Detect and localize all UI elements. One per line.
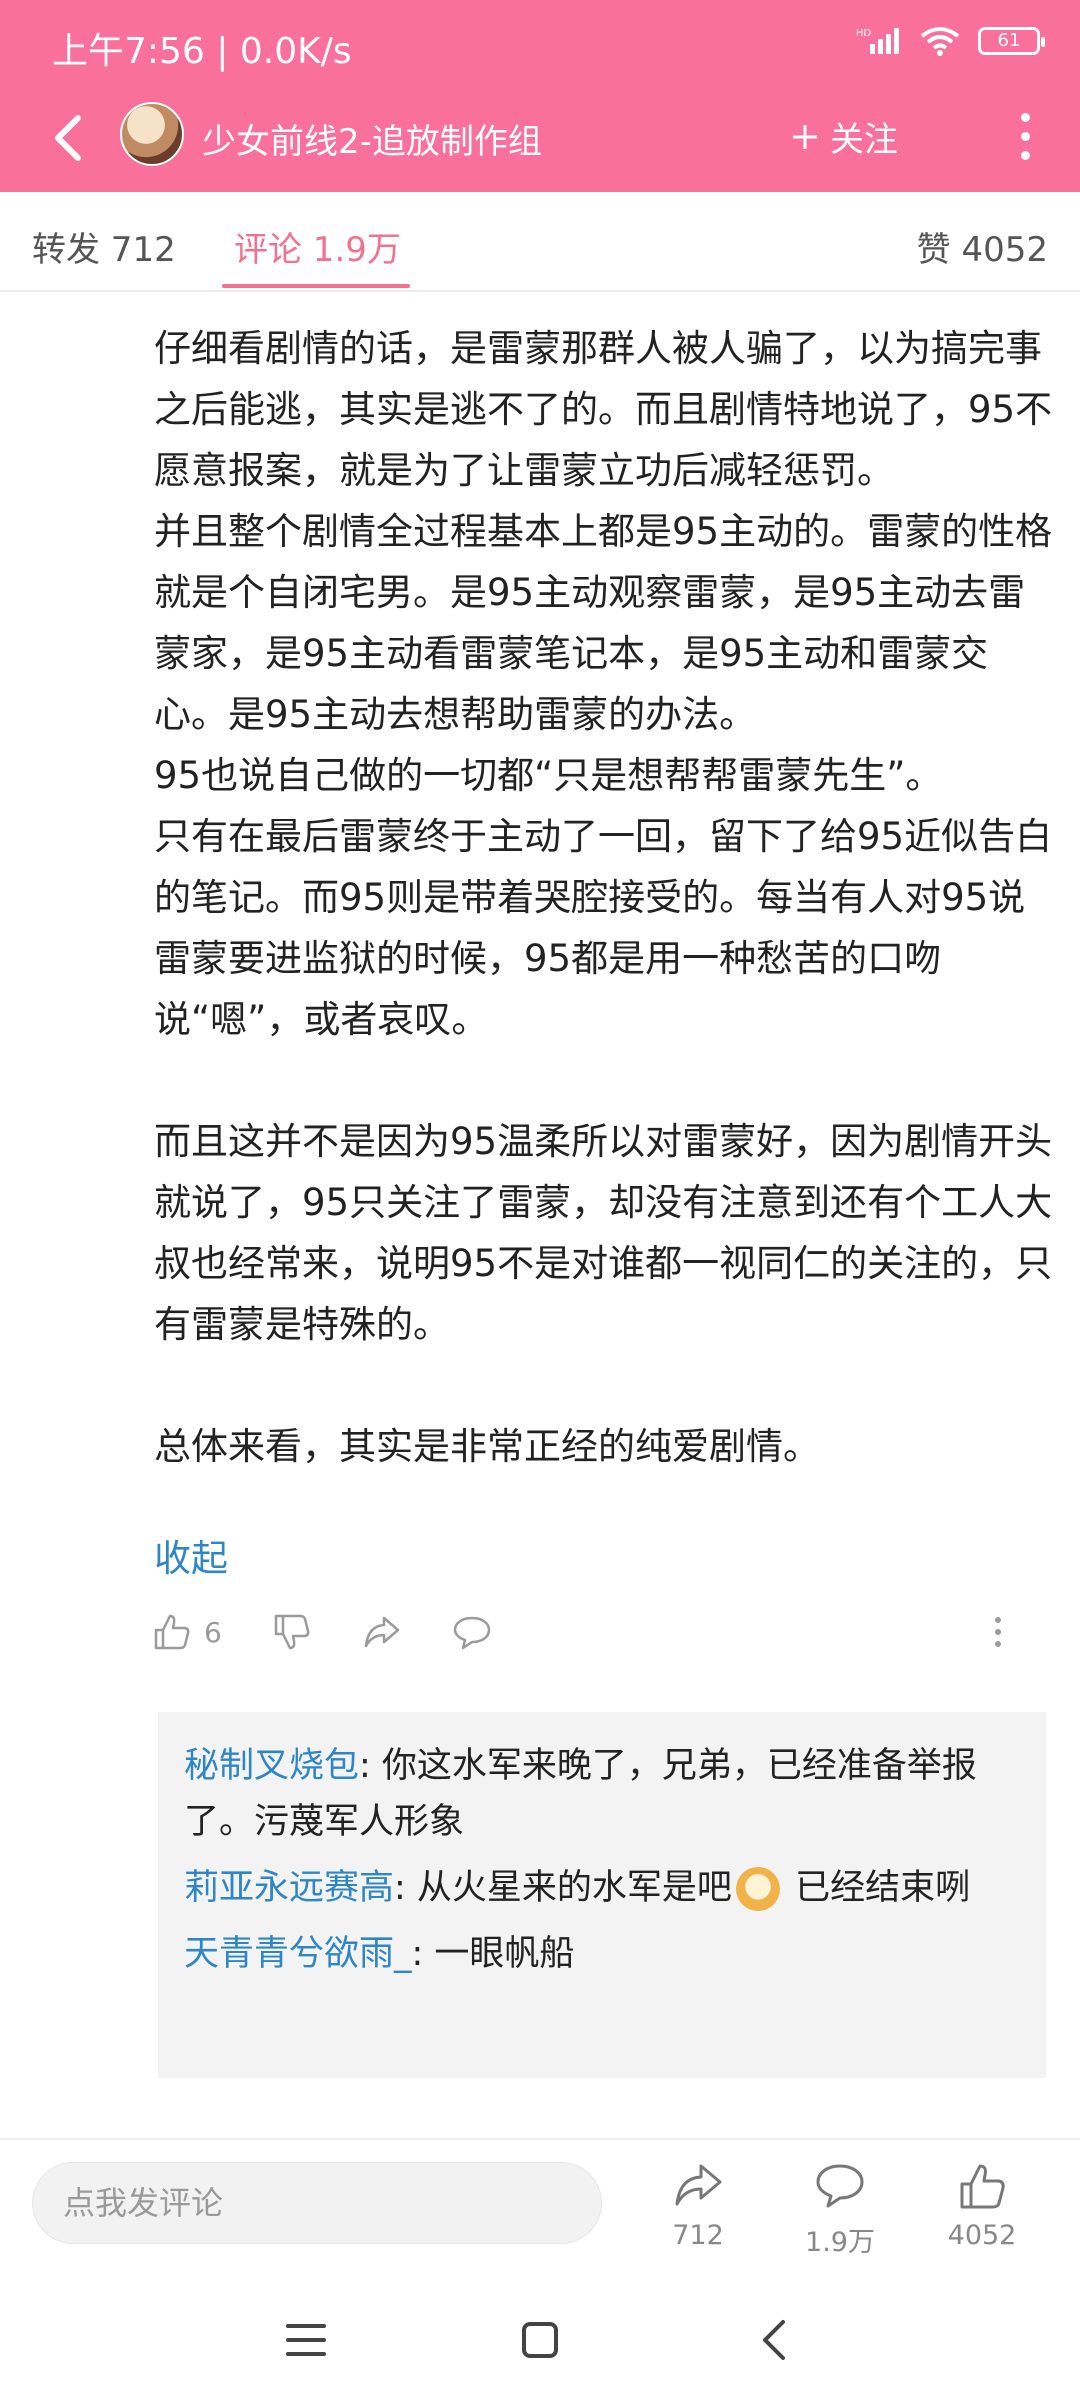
reply-text: : 从火星来的水军是吧 [394,1868,732,1908]
comment-paragraph: 仔细看剧情的话，是雷蒙那群人被人骗了，以为搞完事之后能逃，其实是逃不了的。而且剧… [154,327,1053,492]
comment-button[interactable]: 1.9万 [780,2158,900,2259]
reply-text: : 一眼帆船 [411,1934,575,1974]
active-tab-indicator [222,284,410,288]
dislike-button[interactable] [270,1610,314,1654]
reply-text-after: 已经结束咧 [783,1868,971,1908]
replies-box[interactable]: 秘制叉烧包: 你这水军来晚了，兄弟，已经准备举报了。污蔑军人形象 莉亚永远赛高:… [158,1712,1046,2078]
more-options-button[interactable] [1010,106,1040,166]
nav-menu-button[interactable] [274,2308,338,2372]
comment-bubble-icon [816,2164,864,2208]
comment-bubble-icon [453,1616,491,1650]
like-button[interactable]: 6 [150,1610,222,1654]
follow-label: 关注 [830,120,898,160]
app-header: 上午7:56 | 0.0K/s HD 61 少女前线2-追放制作组 关注 [0,0,1080,192]
reply-author[interactable]: 莉亚永远赛高 [184,1868,394,1908]
home-square-icon [522,2322,558,2358]
tab-bar: 转发 712 评论 1.9万 赞 4052 [0,192,1080,292]
plus-icon [793,124,817,149]
comment-paragraph-blank [154,1050,1054,1111]
nav-home-button[interactable] [508,2308,572,2372]
reply-button[interactable] [450,1610,494,1654]
status-time: 上午7:56 | 0.0K/s [52,31,352,72]
reply-author[interactable]: 秘制叉烧包 [184,1746,359,1786]
repost-button[interactable]: 712 [638,2158,758,2251]
share-button[interactable] [360,1610,404,1654]
signal-icon: HD [856,28,899,54]
comment-more-button[interactable] [976,1610,1020,1654]
collapse-link[interactable]: 收起 [154,1528,228,1582]
tab-like[interactable]: 赞 4052 [917,222,1048,271]
comment-actions: 6 [150,1610,1020,1662]
status-icons: HD 61 [856,26,1045,56]
status-bar: 上午7:56 | 0.0K/s HD 61 [0,0,1080,90]
comment-paragraph: 95也说自己做的一切都“只是想帮帮雷蒙先生”。 [154,754,943,797]
comment-paragraph: 并且整个剧情全过程基本上都是95主动的。雷蒙的性格就是个自闭宅男。是95主动观察… [154,510,1053,736]
reply-item[interactable]: 莉亚永远赛高: 从火星来的水军是吧 已经结束咧 [184,1860,1020,1916]
share-icon [675,2164,722,2206]
comment-body: 仔细看剧情的话，是雷蒙那群人被人骗了，以为搞完事之后能逃，其实是逃不了的。而且剧… [154,318,1054,1477]
comment-paragraph: 只有在最后雷蒙终于主动了一回，留下了给95近似告白的笔记。而95则是带着哭腔接受… [154,815,1053,1041]
reply-item[interactable]: 秘制叉烧包: 你这水军来晚了，兄弟，已经准备举报了。污蔑军人形象 [184,1738,1020,1850]
page-title[interactable]: 少女前线2-追放制作组 [202,114,542,163]
topbar: 少女前线2-追放制作组 关注 [0,96,1080,192]
follow-button[interactable]: 关注 [790,112,898,161]
doge-emoji-icon [735,1867,780,1911]
wifi-icon [920,27,960,56]
thumbs-down-icon [274,1614,310,1650]
battery-icon: 61 [978,27,1045,55]
like-post-count: 4052 [947,2220,1017,2251]
reply-author[interactable]: 天青青兮欲雨_ [184,1934,412,1974]
system-nav-bar [0,2280,1080,2400]
share-icon [364,1616,400,1648]
comment-paragraph: 而且这并不是因为95温柔所以对雷蒙好，因为剧情开头就说了，95只关注了雷蒙，却没… [154,1120,1053,1346]
comment-count: 1.9万 [805,2227,875,2258]
tab-comment[interactable]: 评论 1.9万 [234,222,401,271]
menu-icon [286,2324,326,2356]
avatar[interactable] [120,102,184,166]
comment-input[interactable]: 点我发评论 [32,2162,602,2244]
bottom-action-bar: 点我发评论 712 1.9万 4052 [0,2138,1080,2278]
more-dot [1020,112,1030,122]
nav-back-button[interactable] [742,2308,806,2372]
like-post-button[interactable]: 4052 [922,2158,1042,2251]
network-badge: HD [856,28,872,39]
vertical-dots-icon [995,1617,1001,1647]
reply-item[interactable]: 天青青兮欲雨_: 一眼帆船 [184,1926,1020,1982]
more-dot [1020,131,1030,141]
like-count: 6 [204,1615,222,1649]
back-arrow-icon [763,2320,785,2360]
back-button[interactable] [38,108,98,168]
thumbs-up-icon [960,2164,1005,2209]
comment-paragraph-blank [154,1355,1054,1416]
tab-repost[interactable]: 转发 712 [32,222,176,271]
more-dot [1020,150,1030,160]
comment-paragraph: 总体来看，其实是非常正经的纯爱剧情。 [154,1425,820,1468]
chevron-left-icon [55,115,81,161]
thumbs-up-icon [154,1614,190,1650]
repost-count: 712 [672,2220,724,2251]
